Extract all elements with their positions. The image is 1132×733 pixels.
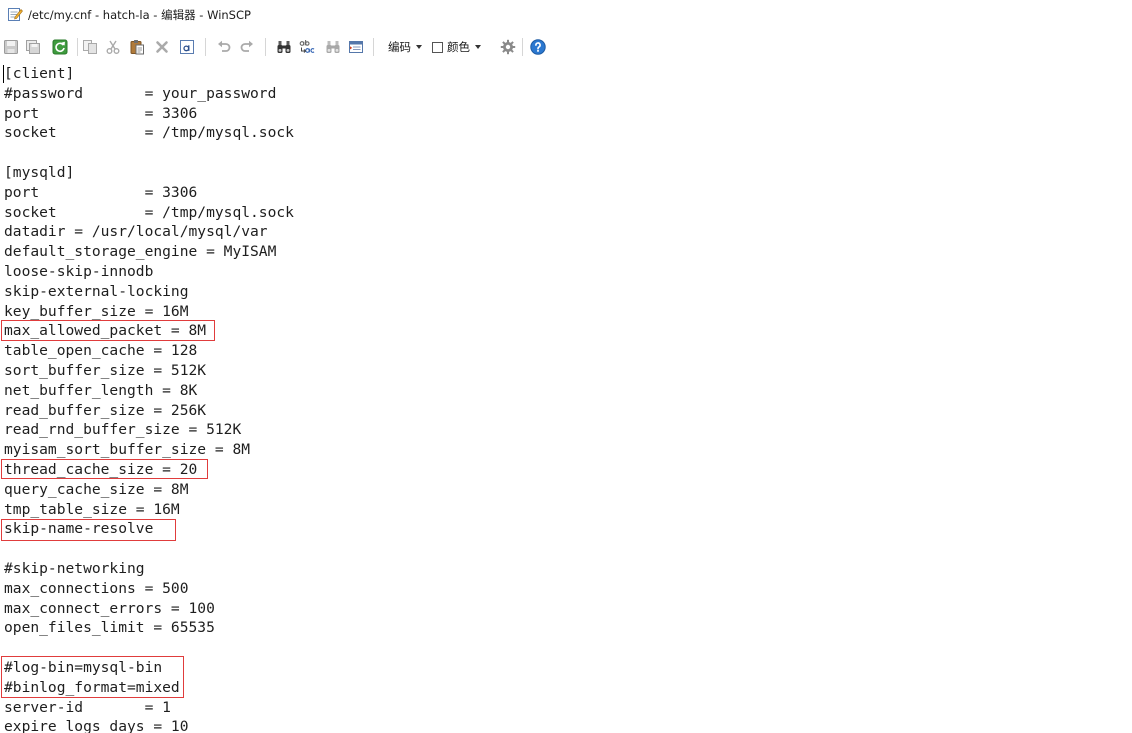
editor-line[interactable]: net_buffer_length = 8K bbox=[0, 381, 1132, 401]
toolbar-separator bbox=[373, 38, 374, 56]
editor-line[interactable]: socket = /tmp/mysql.sock bbox=[0, 123, 1132, 143]
delete-icon bbox=[156, 41, 168, 53]
editor-line[interactable]: table_open_cache = 128 bbox=[0, 341, 1132, 361]
editor-line[interactable]: query_cache_size = 8M bbox=[0, 480, 1132, 500]
paste-icon bbox=[130, 40, 144, 55]
cut-icon bbox=[106, 40, 120, 54]
find-next-icon bbox=[326, 41, 340, 53]
editor-toolbar: 编码 颜色 bbox=[0, 34, 1132, 60]
cut-button[interactable] bbox=[102, 36, 124, 58]
select-all-icon bbox=[180, 40, 194, 54]
toolbar-separator bbox=[205, 38, 206, 56]
copy-button[interactable] bbox=[79, 36, 101, 58]
paste-button[interactable] bbox=[126, 36, 148, 58]
editor-line[interactable]: open_files_limit = 65535 bbox=[0, 618, 1132, 638]
goto-line-icon bbox=[349, 41, 363, 53]
copy-icon bbox=[83, 40, 97, 54]
editor-line[interactable]: read_rnd_buffer_size = 512K bbox=[0, 420, 1132, 440]
title-bar[interactable]: /etc/my.cnf - hatch-la - 编辑器 - WinSCP bbox=[0, 0, 1132, 30]
editor-line[interactable]: default_storage_engine = MyISAM bbox=[0, 242, 1132, 262]
editor-line[interactable]: #skip-networking bbox=[0, 559, 1132, 579]
editor-line[interactable] bbox=[0, 539, 1132, 559]
replace-button[interactable] bbox=[296, 36, 318, 58]
editor-line[interactable]: port = 3306 bbox=[0, 183, 1132, 203]
editor-line[interactable]: max_allowed_packet = 8M bbox=[0, 321, 1132, 341]
color-checkbox[interactable] bbox=[432, 41, 443, 53]
editor-line[interactable]: port = 3306 bbox=[0, 104, 1132, 124]
editor-line[interactable]: [mysqld] bbox=[0, 163, 1132, 183]
chevron-down-icon bbox=[416, 45, 422, 49]
window-title: /etc/my.cnf - hatch-la - 编辑器 - WinSCP bbox=[28, 8, 251, 22]
help-button[interactable] bbox=[527, 36, 549, 58]
editor-line[interactable]: #password = your_password bbox=[0, 84, 1132, 104]
editor-text-area[interactable]: [client] #password = your_password port … bbox=[0, 64, 1132, 733]
help-icon bbox=[530, 39, 546, 55]
editor-line[interactable]: max_connect_errors = 100 bbox=[0, 599, 1132, 619]
reload-button[interactable] bbox=[49, 36, 71, 58]
save-icon bbox=[4, 40, 18, 54]
select-all-button[interactable] bbox=[176, 36, 198, 58]
text-caret bbox=[3, 65, 4, 83]
editor-line[interactable]: tmp_table_size = 16M bbox=[0, 500, 1132, 520]
editor-line[interactable]: datadir = /usr/local/mysql/var bbox=[0, 222, 1132, 242]
chevron-down-icon bbox=[475, 45, 481, 49]
find-icon bbox=[277, 41, 291, 53]
editor-line[interactable]: key_buffer_size = 16M bbox=[0, 302, 1132, 322]
editor-line[interactable]: max_connections = 500 bbox=[0, 579, 1132, 599]
undo-icon bbox=[218, 40, 231, 52]
editor-line[interactable]: expire_logs_days = 10 bbox=[0, 717, 1132, 733]
editor-line[interactable]: read_buffer_size = 256K bbox=[0, 401, 1132, 421]
delete-button[interactable] bbox=[151, 36, 173, 58]
color-dropdown[interactable]: 颜色 bbox=[432, 37, 481, 57]
find-next-button[interactable] bbox=[322, 36, 344, 58]
preferences-button[interactable] bbox=[497, 36, 519, 58]
editor-line[interactable]: [client] bbox=[0, 64, 1132, 84]
toolbar-separator bbox=[77, 38, 78, 56]
toolbar-separator bbox=[522, 38, 523, 56]
save-button[interactable] bbox=[0, 36, 22, 58]
undo-button[interactable] bbox=[213, 36, 235, 58]
encoding-dropdown[interactable]: 编码 bbox=[388, 37, 422, 57]
toolbar-separator bbox=[265, 38, 266, 56]
reload-icon bbox=[52, 39, 68, 55]
editor-line[interactable]: thread_cache_size = 20 bbox=[0, 460, 1132, 480]
editor-line[interactable] bbox=[0, 638, 1132, 658]
editor-line[interactable]: myisam_sort_buffer_size = 8M bbox=[0, 440, 1132, 460]
editor-line[interactable] bbox=[0, 143, 1132, 163]
goto-line-button[interactable] bbox=[345, 36, 367, 58]
gear-icon bbox=[500, 39, 516, 55]
encoding-label: 编码 bbox=[388, 40, 411, 54]
edit-document-icon bbox=[7, 6, 23, 22]
editor-line[interactable]: sort_buffer_size = 512K bbox=[0, 361, 1132, 381]
editor-line[interactable]: skip-name-resolve bbox=[0, 519, 1132, 539]
find-button[interactable] bbox=[273, 36, 295, 58]
editor-line[interactable]: skip-external-locking bbox=[0, 282, 1132, 302]
redo-button[interactable] bbox=[236, 36, 258, 58]
editor-line[interactable]: socket = /tmp/mysql.sock bbox=[0, 203, 1132, 223]
replace-icon bbox=[299, 40, 315, 53]
editor-line[interactable]: #binlog_format=mixed bbox=[0, 678, 1132, 698]
editor-line[interactable]: server-id = 1 bbox=[0, 698, 1132, 718]
color-label: 颜色 bbox=[447, 40, 470, 54]
save-all-icon bbox=[26, 40, 40, 54]
editor-line[interactable]: loose-skip-innodb bbox=[0, 262, 1132, 282]
redo-icon bbox=[240, 40, 253, 52]
save-all-button[interactable] bbox=[22, 36, 44, 58]
editor-line[interactable]: #log-bin=mysql-bin bbox=[0, 658, 1132, 678]
